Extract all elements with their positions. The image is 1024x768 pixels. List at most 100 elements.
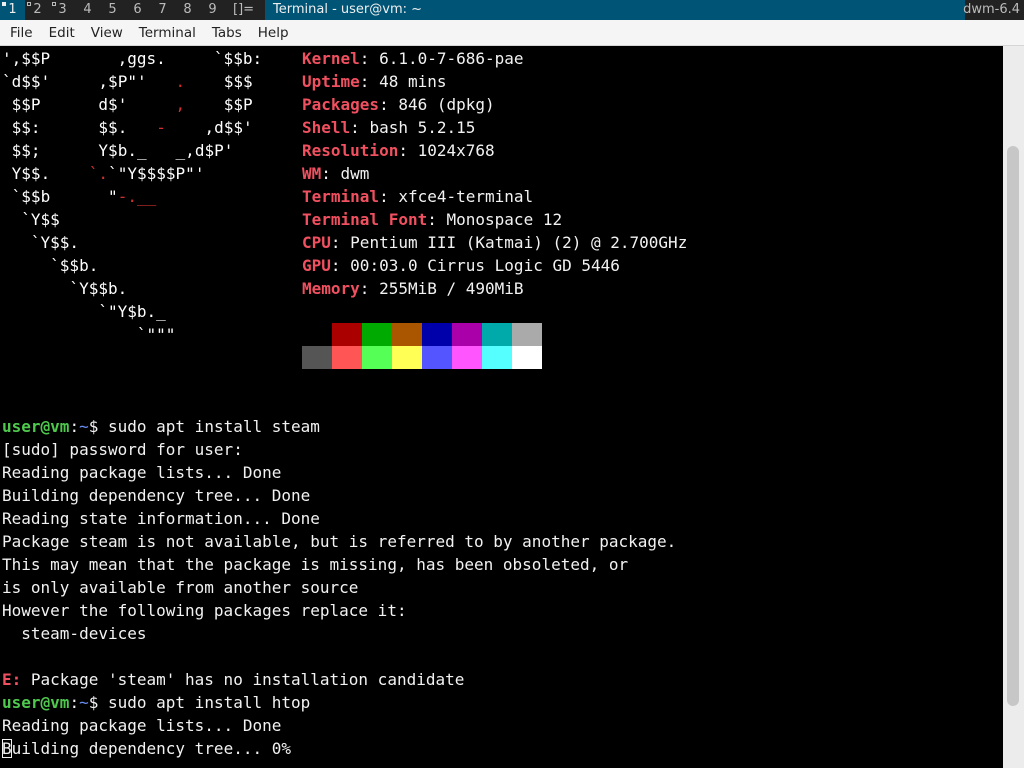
logo-char: $ bbox=[11, 141, 22, 160]
tag-3[interactable]: 3 bbox=[50, 0, 75, 20]
logo-char bbox=[69, 118, 79, 137]
tag-5[interactable]: 5 bbox=[100, 0, 125, 20]
logo-line: $$; Y$b._ _,d$P' bbox=[2, 139, 234, 162]
logo-char bbox=[204, 72, 214, 91]
tag-occupied-indicator bbox=[52, 2, 56, 6]
info-value: Monospace 12 bbox=[446, 210, 563, 229]
logo-char bbox=[69, 187, 79, 206]
menu-view[interactable]: View bbox=[83, 25, 131, 41]
info-line-gpu: GPU: 00:03.0 Cirrus Logic GD 5446 bbox=[302, 254, 620, 277]
tag-4[interactable]: 4 bbox=[75, 0, 100, 20]
logo-char bbox=[147, 72, 157, 91]
info-separator: : bbox=[359, 72, 380, 91]
output-line: steam-devices bbox=[2, 622, 146, 645]
logo-char: ` bbox=[108, 164, 118, 183]
layout-indicator[interactable]: []= bbox=[233, 0, 254, 20]
info-value: dwm bbox=[340, 164, 370, 183]
logo-char bbox=[41, 118, 51, 137]
logo-line: `d$$' ,$P"' . $$$ bbox=[2, 70, 253, 93]
logo-char bbox=[2, 118, 12, 137]
output-line: Package steam is not available, but is r… bbox=[2, 530, 676, 553]
window-title: Terminal - user@vm: ~ bbox=[265, 0, 965, 20]
palette-bright bbox=[302, 346, 542, 369]
tag-9[interactable]: 9 bbox=[200, 0, 225, 20]
tag-8[interactable]: 8 bbox=[175, 0, 200, 20]
logo-text: `Y$$b. bbox=[2, 279, 128, 298]
color-swatch bbox=[302, 346, 332, 369]
output-text: [sudo] password for user: bbox=[2, 440, 243, 459]
logo-char bbox=[195, 72, 205, 91]
info-value: 255MiB / 490MiB bbox=[379, 279, 524, 298]
logo-char bbox=[166, 141, 176, 160]
menu-edit[interactable]: Edit bbox=[41, 25, 83, 41]
scrollbar-thumb[interactable] bbox=[1007, 146, 1019, 706]
logo-char: $ bbox=[223, 118, 234, 137]
tag-occupied-indicator bbox=[2, 2, 6, 6]
logo-char bbox=[166, 72, 176, 91]
logo-char bbox=[89, 141, 99, 160]
menu-terminal[interactable]: Terminal bbox=[131, 25, 204, 41]
logo-char bbox=[79, 141, 89, 160]
logo-char bbox=[2, 164, 12, 183]
error-line: E: Package 'steam' has no installation c… bbox=[2, 668, 464, 691]
logo-char bbox=[166, 118, 176, 137]
tag-occupied-indicator bbox=[27, 2, 31, 6]
logo-char: " bbox=[127, 72, 137, 91]
info-value: Pentium III (Katmai) (2) @ 2.700GHz bbox=[350, 233, 688, 252]
info-value: xfce4-terminal bbox=[398, 187, 534, 206]
logo-char bbox=[69, 141, 79, 160]
logo-char: $ bbox=[21, 187, 31, 206]
logo-char bbox=[137, 95, 147, 114]
logo-char bbox=[156, 141, 166, 160]
logo-char bbox=[41, 95, 51, 114]
menu-file[interactable]: File bbox=[2, 25, 41, 41]
logo-char: , bbox=[98, 72, 109, 91]
logo-char: Y bbox=[11, 164, 22, 183]
palette-normal bbox=[302, 323, 542, 346]
logo-char: $ bbox=[21, 164, 31, 183]
tag-1[interactable]: 1 bbox=[0, 0, 25, 20]
command-text: sudo apt install steam bbox=[107, 417, 320, 436]
info-key: WM bbox=[302, 164, 322, 183]
logo-char: $ bbox=[223, 72, 234, 91]
logo-char: $ bbox=[233, 95, 244, 114]
info-line-uptime: Uptime: 48 mins bbox=[302, 70, 447, 93]
tag-label: 9 bbox=[208, 2, 217, 17]
logo-char: ' bbox=[243, 118, 253, 137]
logo-char bbox=[195, 118, 205, 137]
logo-text: `Y$$. bbox=[2, 233, 80, 252]
tag-6[interactable]: 6 bbox=[125, 0, 150, 20]
logo-line: ',$$P ,ggs. `$$b: bbox=[2, 47, 262, 70]
terminal-output[interactable]: ',$$P ,ggs. `$$b: `d$$' ,$P"' . $$$ $$P d… bbox=[0, 46, 1003, 768]
logo-line: `$$b. bbox=[2, 254, 98, 277]
logo-char: b bbox=[40, 187, 51, 206]
logo-char bbox=[98, 187, 108, 206]
output-line: is only available from another source bbox=[2, 576, 358, 599]
logo-char: $ bbox=[30, 164, 41, 183]
logo-char: _ bbox=[146, 187, 157, 206]
logo-char bbox=[127, 95, 137, 114]
logo-char: P bbox=[117, 72, 128, 91]
logo-char bbox=[79, 118, 89, 137]
logo-text: `"Y$b._ bbox=[2, 302, 166, 321]
logo-char: $ bbox=[108, 72, 118, 91]
tag-7[interactable]: 7 bbox=[150, 0, 175, 20]
logo-char: $ bbox=[223, 95, 234, 114]
logo-char bbox=[147, 118, 157, 137]
info-key: Kernel bbox=[302, 49, 360, 68]
tag-2[interactable]: 2 bbox=[25, 0, 50, 20]
info-separator: : bbox=[350, 118, 370, 137]
menu-help[interactable]: Help bbox=[250, 25, 297, 41]
prompt-line: user@vm:~$ sudo apt install steam bbox=[2, 415, 320, 438]
logo-char: ' bbox=[223, 141, 234, 160]
logo-char: $ bbox=[21, 72, 31, 91]
tag-label: 8 bbox=[183, 2, 192, 17]
info-key: GPU bbox=[302, 256, 331, 275]
logo-line: `$$b "-.__ bbox=[2, 185, 157, 208]
logo-char: P bbox=[30, 95, 41, 114]
scrollbar[interactable] bbox=[1003, 46, 1024, 768]
menu-tabs[interactable]: Tabs bbox=[204, 25, 250, 41]
logo-line: Y$$. `.`"Y$$$$P"' bbox=[2, 162, 205, 185]
error-prefix: E: bbox=[2, 670, 22, 689]
logo-char: $ bbox=[21, 118, 31, 137]
